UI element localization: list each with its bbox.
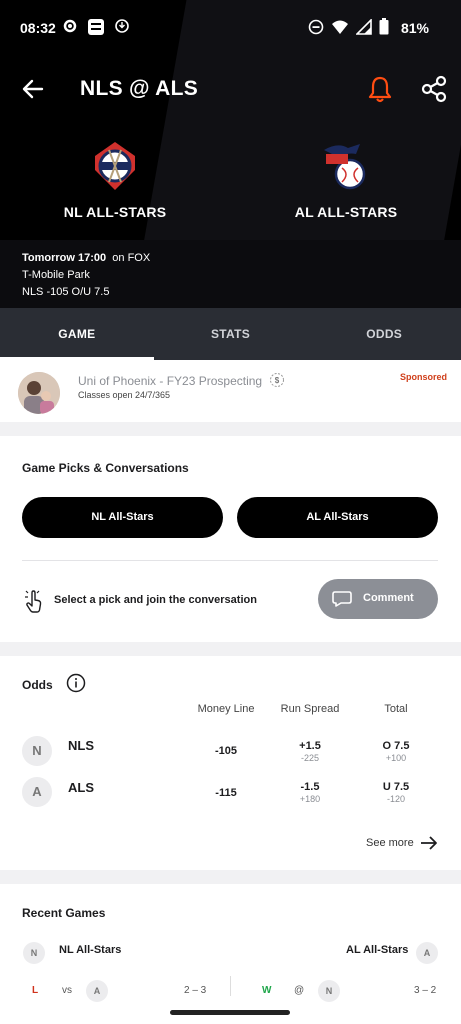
- dnd-icon: [308, 19, 324, 34]
- header-total: Total: [384, 703, 408, 715]
- recent-right-initial: A: [416, 942, 438, 964]
- recent-left-initial: N: [23, 942, 45, 964]
- back-arrow-icon[interactable]: [20, 76, 46, 102]
- game-network: on FOX: [112, 252, 151, 264]
- ad-badge-icon: $: [270, 373, 285, 387]
- money-line-als[interactable]: -115: [196, 787, 256, 799]
- recent-left-team: NL All-Stars: [59, 944, 122, 956]
- home-team[interactable]: NL ALL-STARS: [15, 140, 215, 220]
- picks-title: Game Picks & Conversations: [22, 461, 189, 475]
- settings-icon: [63, 19, 77, 33]
- bell-icon[interactable]: [366, 74, 394, 104]
- left-game-result: L: [32, 985, 39, 996]
- al-allstars-logo: [324, 144, 366, 190]
- tab-game[interactable]: GAME: [0, 308, 154, 360]
- home-team-name: NL ALL-STARS: [63, 204, 167, 220]
- right-game-score: 3 – 2: [414, 985, 437, 996]
- recent-games-card: Recent Games N NL All-Stars AL All-Stars…: [0, 884, 461, 1024]
- away-team-name: AL ALL-STARS: [294, 204, 398, 220]
- game-time: Tomorrow 17:00: [22, 252, 107, 264]
- total-als[interactable]: U 7.5: [366, 781, 426, 793]
- pick-al-button[interactable]: AL All-Stars: [237, 497, 438, 538]
- left-game-vs: vs: [62, 985, 72, 996]
- ad-avatar: [18, 372, 60, 414]
- game-picks-card: Game Picks & Conversations NL All-Stars …: [0, 436, 461, 642]
- top-app-bar: NLS @ ALS: [0, 68, 461, 112]
- divider: [22, 560, 438, 561]
- battery-icon: [379, 18, 389, 35]
- home-indicator[interactable]: [170, 1010, 290, 1015]
- money-line-nls[interactable]: -105: [196, 745, 256, 757]
- game-venue: T-Mobile Park: [22, 269, 90, 281]
- wifi-icon: [332, 20, 348, 34]
- game-tabs: GAME STATS ODDS: [0, 308, 461, 360]
- right-game-opponent: N: [318, 980, 340, 1002]
- status-left-icons: [62, 18, 130, 36]
- tab-stats[interactable]: STATS: [154, 308, 308, 360]
- header-money-line: Money Line: [197, 703, 255, 715]
- right-game-vs: @: [294, 985, 305, 996]
- ad-photo-icon: [18, 372, 60, 414]
- game-info: Tomorrow 17:00 on FOX T-Mobile Park NLS …: [22, 250, 150, 301]
- away-team[interactable]: AL ALL-STARS: [246, 140, 446, 220]
- signal-icon: [356, 18, 372, 35]
- app-icon: [88, 19, 104, 35]
- pick-nl-button[interactable]: NL All-Stars: [22, 497, 223, 538]
- team-initial-als: A: [22, 777, 52, 807]
- tab-odds[interactable]: ODDS: [307, 308, 461, 360]
- recent-divider: [230, 976, 231, 996]
- left-game-opponent: A: [86, 980, 108, 1002]
- game-line: NLS -105 O/U 7.5: [22, 286, 110, 298]
- ad-title: Uni of Phoenix - FY23 Prospecting $: [78, 372, 285, 388]
- see-more-link[interactable]: See more: [366, 837, 414, 849]
- sponsored-label: Sponsored: [399, 372, 447, 382]
- picks-prompt: Select a pick and join the conversation: [54, 594, 257, 606]
- page-title: NLS @ ALS: [80, 77, 199, 100]
- total-nls[interactable]: O 7.5: [366, 740, 426, 752]
- header-run-spread: Run Spread: [280, 703, 340, 715]
- share-icon[interactable]: [420, 74, 448, 104]
- info-icon[interactable]: [66, 673, 86, 693]
- total-odds-nls: +100: [385, 753, 407, 763]
- odds-title: Odds: [22, 678, 53, 692]
- spread-als[interactable]: -1.5: [280, 781, 340, 793]
- game-header: 08:32 81% NLS @ ALS NL ALL-STARS AL ALL-…: [0, 0, 461, 308]
- chat-bubble-icon: [332, 591, 352, 607]
- comment-label: Comment: [363, 592, 414, 604]
- status-bar: 08:32 81%: [0, 0, 461, 56]
- sponsored-ad[interactable]: Uni of Phoenix - FY23 Prospecting $ Clas…: [0, 360, 461, 422]
- odds-team-als: ALS: [68, 780, 94, 795]
- left-game-score: 2 – 3: [184, 985, 207, 996]
- total-odds-als: -120: [386, 794, 405, 804]
- right-game-result: W: [262, 985, 272, 996]
- spread-odds-als: +180: [299, 794, 321, 804]
- svg-text:$: $: [275, 376, 280, 385]
- data-saver-icon: [115, 19, 129, 33]
- arrow-right-icon[interactable]: [420, 836, 438, 850]
- team-initial-nls: N: [22, 736, 52, 766]
- odds-team-nls: NLS: [68, 738, 94, 753]
- recent-games-title: Recent Games: [22, 906, 106, 920]
- battery-percent: 81%: [400, 20, 429, 36]
- recent-right-team: AL All-Stars: [346, 944, 409, 956]
- ad-subtitle: Classes open 24/7/365: [78, 390, 171, 400]
- status-time: 08:32: [20, 20, 56, 36]
- spread-odds-nls: -225: [300, 753, 319, 763]
- nl-allstars-logo: [95, 142, 135, 190]
- spread-nls[interactable]: +1.5: [280, 740, 340, 752]
- odds-card: Odds Money Line Run Spread Total N NLS -…: [0, 656, 461, 870]
- tap-hand-icon: [25, 590, 42, 613]
- comment-button[interactable]: Comment: [318, 579, 438, 619]
- status-right-icons: [308, 18, 389, 35]
